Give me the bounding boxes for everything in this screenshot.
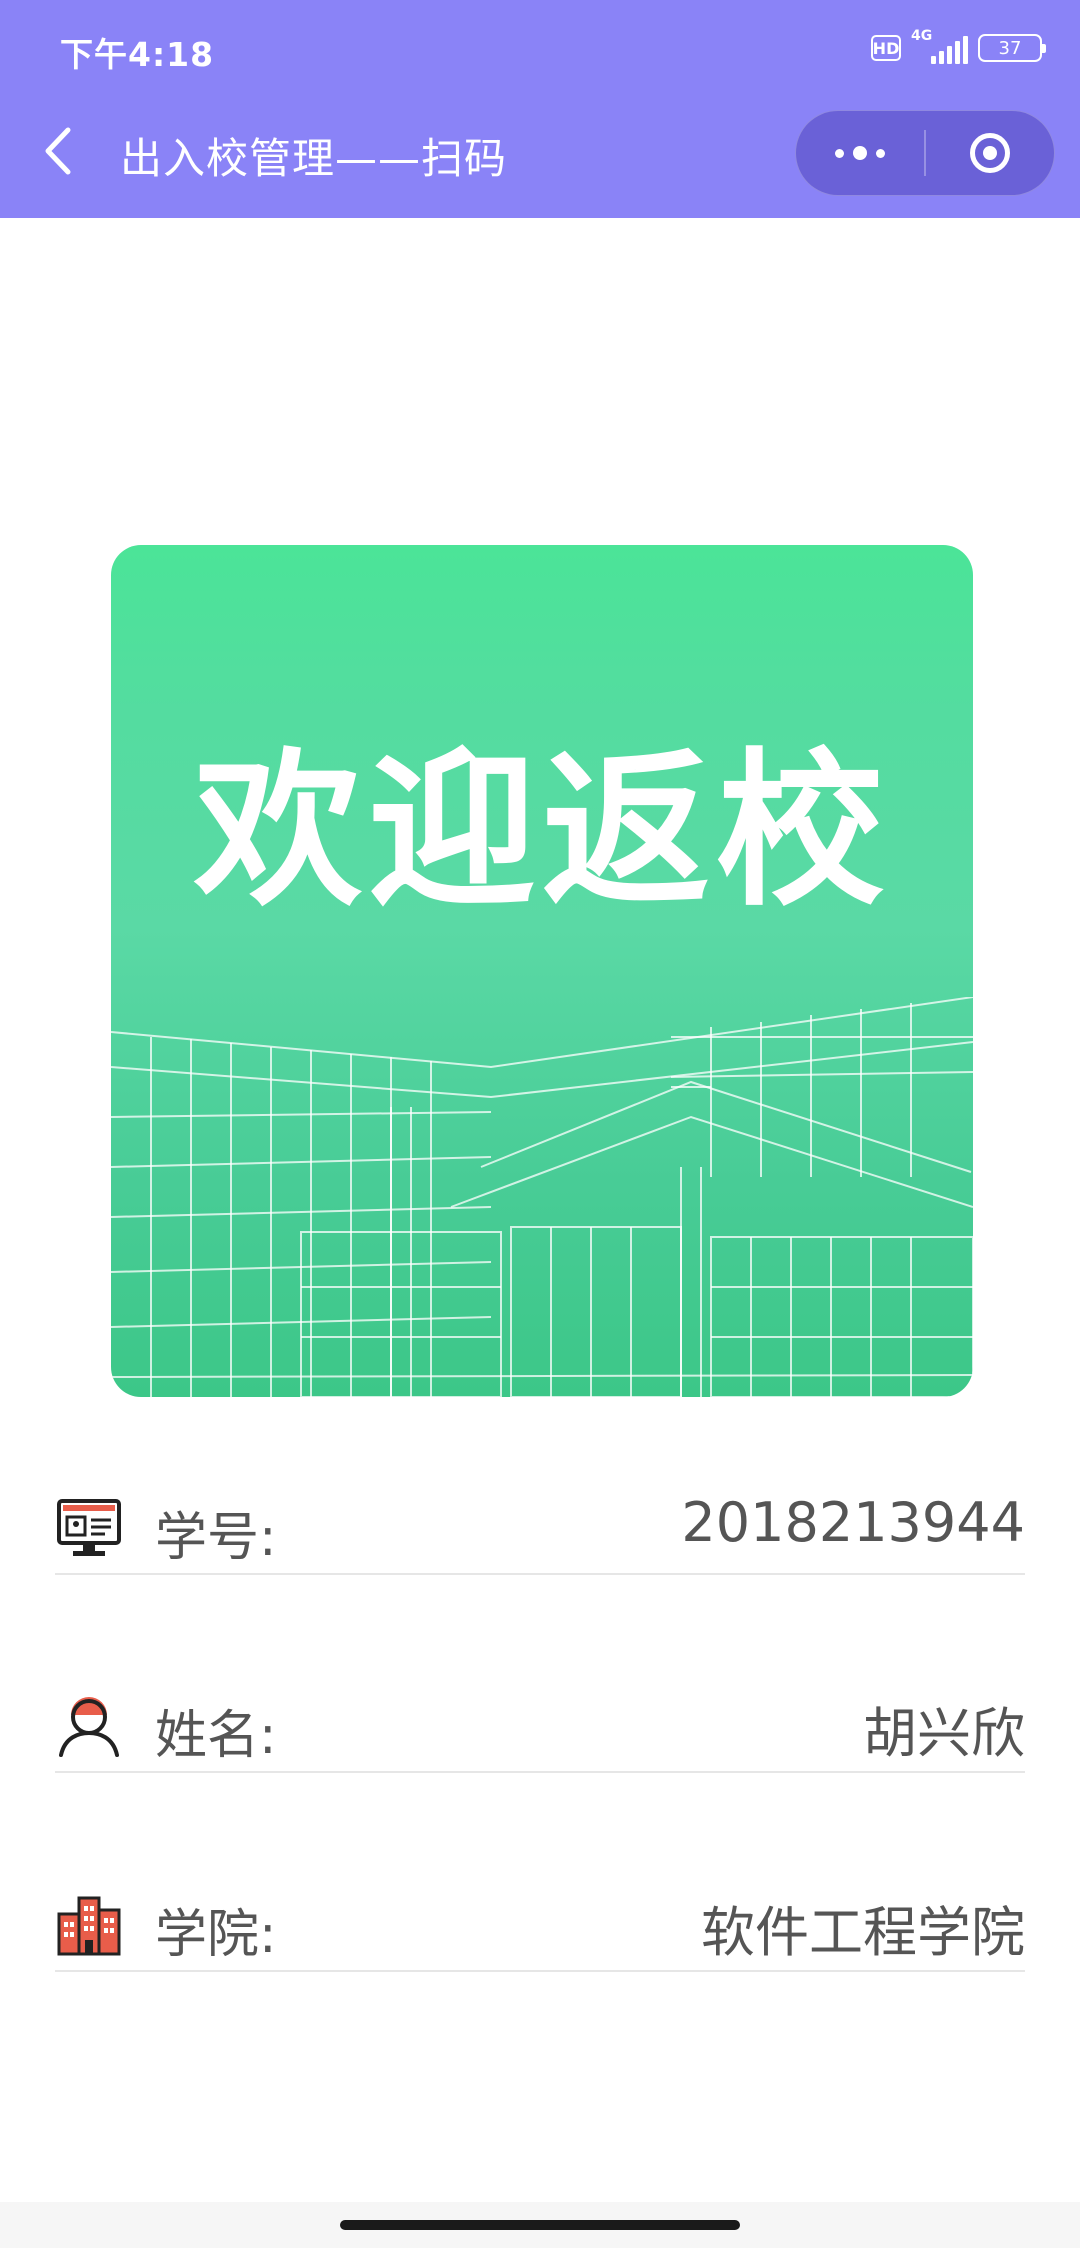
home-bar[interactable]: [340, 2220, 740, 2230]
name-row: 姓名: 胡兴欣: [55, 1673, 1025, 1773]
chevron-left-icon: [45, 127, 71, 175]
battery-level: 37: [998, 37, 1022, 59]
status-icons: HD 4G 37: [871, 28, 1046, 66]
name-value: 胡兴欣: [863, 1702, 1025, 1765]
id-card-computer-icon: [57, 1499, 121, 1556]
mini-program-capsule: [795, 110, 1055, 196]
person-avatar-icon: [59, 1697, 119, 1757]
college-value: 软件工程学院: [701, 1901, 1025, 1964]
school-building-illustration: [111, 997, 973, 1397]
welcome-text: 欢迎返校: [194, 733, 890, 929]
status-time: 下午4:18: [60, 35, 215, 74]
battery-icon: 37: [978, 34, 1046, 62]
student-id-label: 学号:: [155, 1508, 277, 1568]
more-button[interactable]: [796, 111, 924, 195]
top-bar: 下午4:18 HD 4G 37 出入校管理——扫码: [0, 0, 1080, 218]
hd-icon: HD: [871, 35, 901, 61]
college-row: 学院: 软件工程学院: [55, 1872, 1025, 1972]
signal-icon: 4G: [911, 28, 968, 64]
network-type: 4G: [911, 28, 933, 44]
student-id-row: 学号: 2018213944: [55, 1475, 1025, 1575]
buildings-icon: [57, 1896, 121, 1956]
back-button[interactable]: [36, 118, 80, 184]
welcome-banner: 欢迎返校: [111, 545, 973, 1397]
home-indicator: [0, 2202, 1080, 2248]
name-label: 姓名:: [155, 1706, 277, 1766]
college-label: 学院:: [155, 1905, 277, 1965]
close-mini-program-button[interactable]: [926, 111, 1054, 195]
page-title: 出入校管理——扫码: [120, 134, 508, 183]
target-circle-icon: [970, 133, 1010, 173]
more-dots-icon: [835, 146, 885, 160]
student-id-value: 2018213944: [681, 1491, 1025, 1554]
